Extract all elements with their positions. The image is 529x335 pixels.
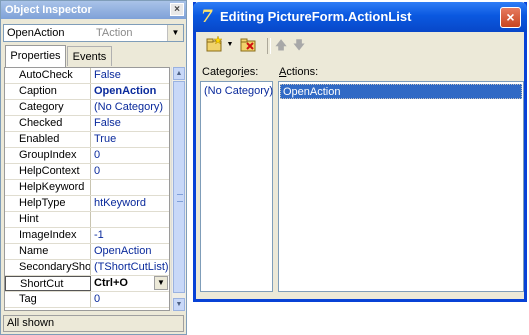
property-name: Category — [5, 100, 91, 115]
delphi-logo-icon: 7 — [201, 7, 213, 27]
property-name: Checked — [5, 116, 91, 131]
tab-properties[interactable]: Properties — [5, 45, 66, 67]
list-item[interactable]: (No Category) — [202, 84, 273, 99]
property-value[interactable]: 0 — [94, 164, 168, 179]
scroll-down-icon[interactable]: ▼ — [173, 298, 185, 311]
action-list-editor-title: Editing PictureForm.ActionList — [220, 9, 412, 24]
categories-label: Categories: — [202, 66, 258, 78]
status-bar: All shown — [3, 315, 184, 332]
property-row-enabled[interactable]: Enabled True — [5, 132, 169, 148]
property-name: HelpType — [5, 196, 91, 211]
label-text: Categor — [202, 66, 242, 78]
close-icon[interactable]: × — [500, 7, 521, 28]
grip-icon — [177, 194, 183, 202]
property-row-hint[interactable]: Hint — [5, 212, 169, 228]
property-name: GroupIndex — [5, 148, 91, 163]
component-name: OpenAction — [7, 27, 65, 39]
property-value[interactable]: htKeyword — [94, 196, 168, 211]
label-text: ctions: — [286, 66, 319, 78]
toolbar-separator — [267, 38, 271, 54]
action-list-editor-title-bar[interactable]: 7 Editing PictureForm.ActionList × — [193, 2, 527, 32]
property-name: Caption — [5, 84, 91, 99]
delete-action-icon[interactable] — [240, 36, 258, 54]
property-grid-scrollbar[interactable]: ▲ ▼ — [171, 67, 186, 311]
property-row-groupindex[interactable]: GroupIndex 0 — [5, 148, 169, 164]
property-value[interactable]: OpenAction — [94, 244, 168, 259]
close-icon[interactable]: × — [170, 3, 184, 16]
property-name: SecondaryShortCuts — [5, 260, 91, 275]
property-value[interactable]: 0 — [94, 292, 168, 307]
property-value[interactable]: True — [94, 132, 168, 147]
property-row-checked[interactable]: Checked False — [5, 116, 169, 132]
property-row-helptype[interactable]: HelpType htKeyword — [5, 196, 169, 212]
property-value[interactable] — [94, 212, 168, 227]
property-name: Enabled — [5, 132, 91, 147]
action-list-editor-window: 7 Editing PictureForm.ActionList × ▼ 🡅 🡇… — [193, 2, 527, 302]
property-row-helpkeyword[interactable]: HelpKeyword — [5, 180, 169, 196]
component-selector[interactable]: OpenAction TAction ▼ — [3, 24, 184, 42]
property-row-imageindex[interactable]: ImageIndex -1 — [5, 228, 169, 244]
property-value[interactable]: (TShortCutList) — [94, 260, 168, 275]
toolbar: ▼ 🡅 🡇 — [196, 32, 524, 58]
scrollbar-thumb[interactable] — [173, 81, 185, 293]
component-type: TAction — [96, 27, 133, 39]
property-value[interactable]: -1 — [94, 228, 168, 243]
property-row-tag[interactable]: Tag 0 — [5, 292, 169, 308]
property-name: HelpKeyword — [5, 180, 91, 195]
property-value[interactable]: (No Category) — [94, 100, 168, 115]
property-value[interactable]: False — [94, 68, 168, 83]
categories-list[interactable]: (No Category) — [200, 81, 273, 292]
property-row-name[interactable]: Name OpenAction — [5, 244, 169, 260]
object-inspector-title: Object Inspector — [5, 4, 92, 16]
property-row-secondaryshortcuts[interactable]: SecondaryShortCuts (TShortCutList) — [5, 260, 169, 276]
scroll-up-icon[interactable]: ▲ — [173, 67, 185, 80]
property-value[interactable] — [94, 180, 168, 195]
property-name: HelpContext — [5, 164, 91, 179]
new-action-icon[interactable] — [206, 35, 224, 54]
object-inspector-title-bar[interactable]: Object Inspector × — [1, 1, 186, 19]
property-name: ImageIndex — [5, 228, 91, 243]
property-name: Hint — [5, 212, 91, 227]
property-grid: AutoCheck False Caption OpenAction Categ… — [4, 67, 170, 311]
chevron-down-icon[interactable]: ▼ — [154, 276, 168, 290]
property-row-autocheck[interactable]: AutoCheck False — [5, 68, 169, 84]
property-name: AutoCheck — [5, 68, 91, 83]
tab-events[interactable]: Events — [67, 46, 112, 66]
property-row-category[interactable]: Category (No Category) — [5, 100, 169, 116]
actions-label: Actions: — [279, 66, 318, 78]
label-text: es: — [243, 66, 259, 78]
property-value[interactable]: OpenAction — [94, 84, 168, 99]
property-value[interactable]: 0 — [94, 148, 168, 163]
object-inspector-window: Object Inspector × OpenAction TAction ▼ … — [0, 0, 187, 335]
property-name: ShortCut — [5, 276, 91, 291]
actions-list[interactable]: OpenAction — [278, 81, 524, 292]
property-row-helpcontext[interactable]: HelpContext 0 — [5, 164, 169, 180]
chevron-down-icon[interactable]: ▼ — [226, 36, 234, 54]
arrow-up-icon[interactable]: 🡅 — [274, 36, 288, 54]
chevron-down-icon[interactable]: ▼ — [167, 25, 183, 41]
property-row-caption[interactable]: Caption OpenAction — [5, 84, 169, 100]
property-name: Name — [5, 244, 91, 259]
property-value[interactable]: False — [94, 116, 168, 131]
arrow-down-icon[interactable]: 🡇 — [292, 36, 306, 54]
list-item[interactable]: OpenAction — [280, 84, 522, 99]
property-name: Tag — [5, 292, 91, 307]
property-row-shortcut[interactable]: ShortCut Ctrl+O ▼ — [5, 276, 169, 292]
